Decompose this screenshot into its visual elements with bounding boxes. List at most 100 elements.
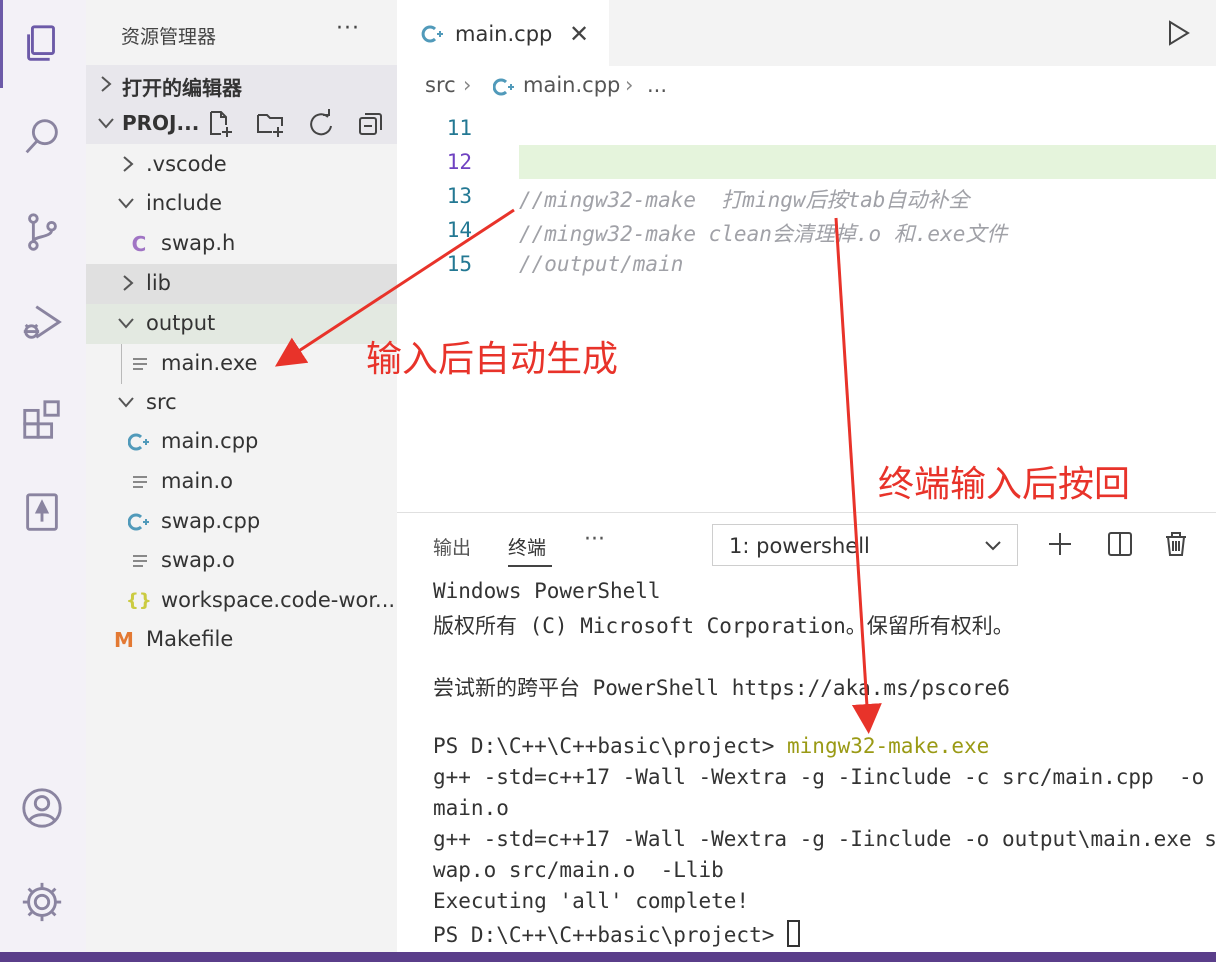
new-terminal-icon[interactable] <box>1045 529 1075 559</box>
tree-item-lib[interactable]: lib <box>86 264 397 304</box>
search-icon[interactable] <box>18 112 66 160</box>
tree-item-label: main.o <box>161 469 233 493</box>
annotation-auto-generated: 输入后自动生成 <box>366 339 619 380</box>
terminal-cursor <box>787 920 801 947</box>
close-icon[interactable]: ✕ <box>569 20 589 48</box>
c-file-icon: C <box>131 232 147 256</box>
new-file-icon[interactable] <box>206 109 236 139</box>
tab-main-cpp[interactable]: main.cpp ✕ <box>397 0 609 66</box>
annotation-enter-in-terminal: 终端输入后按回 <box>878 464 1131 505</box>
refresh-icon[interactable] <box>306 109 336 139</box>
tree-item-label: include <box>146 191 223 215</box>
active-tab-underline <box>508 565 552 567</box>
tree-item-label: swap.cpp <box>161 509 261 533</box>
terminal-line: Windows PowerShell <box>433 579 661 603</box>
tree-item-label: swap.h <box>161 231 236 255</box>
extensions-icon[interactable] <box>18 396 66 444</box>
chevron-right-icon <box>123 156 134 172</box>
run-icon[interactable] <box>1163 18 1193 48</box>
tree-item-workspace[interactable]: {} workspace.code-wor... <box>86 581 397 621</box>
editor-tab-bar: main.cpp ✕ <box>397 0 1216 66</box>
open-editors-label: 打开的编辑器 <box>122 76 242 100</box>
tree-item-main-cpp[interactable]: main.cpp <box>86 422 397 462</box>
activity-bar <box>0 0 86 952</box>
tree-item-main-exe[interactable]: main.exe <box>86 344 397 384</box>
sidebar-title: 资源管理器 <box>121 26 217 48</box>
code-line[interactable]: 11 <box>397 111 1216 145</box>
tree-item-swap-h[interactable]: C swap.h <box>86 224 397 264</box>
tree-item-swap-o[interactable]: swap.o <box>86 541 397 581</box>
collapse-all-icon[interactable] <box>356 109 386 139</box>
explorer-icon[interactable] <box>18 20 66 68</box>
tree-item-label: Makefile <box>146 627 234 651</box>
more-actions-button[interactable]: ··· <box>336 16 360 41</box>
terminal-select-value: 1: powershell <box>729 534 870 558</box>
cpp-file-icon <box>421 25 443 43</box>
line-number: 15 <box>446 252 472 276</box>
project-label: PROJ... <box>122 111 200 135</box>
file-lines-icon <box>133 476 147 488</box>
breadcrumb-ellipsis[interactable]: ... <box>647 73 667 97</box>
tree-item-vscode[interactable]: .vscode <box>86 145 397 185</box>
cpp-file-icon <box>128 433 149 451</box>
code-line[interactable]: 12 <box>397 145 1216 179</box>
tree-item-label: output <box>146 311 216 335</box>
book-icon[interactable] <box>18 488 66 536</box>
tab-terminal[interactable]: 终端 <box>508 533 546 560</box>
cpp-file-icon <box>128 513 149 531</box>
terminal-line: 尝试新的跨平台 PowerShell https://aka.ms/pscore… <box>433 676 1010 700</box>
tree-item-swap-cpp[interactable]: swap.cpp <box>86 502 397 542</box>
explorer-sidebar: 资源管理器 ··· 打开的编辑器 PROJ... .vscode include… <box>86 0 397 952</box>
terminal-prompt: PS D:\C++\C++basic\project> <box>433 734 788 758</box>
tree-item-output[interactable]: output <box>86 304 397 344</box>
sidebar-header: 资源管理器 ··· <box>86 14 397 54</box>
run-debug-icon[interactable] <box>18 298 66 346</box>
line-number: 14 <box>446 218 472 242</box>
bottom-panel: 输出 终端 ··· 1: powershell Windows PowerShe… <box>397 512 1216 952</box>
breadcrumb-folder[interactable]: src <box>425 73 456 97</box>
code-text: //mingw32-make 打mingw后按tab自动补全 <box>519 188 970 212</box>
account-icon[interactable] <box>18 784 66 832</box>
editor-area: main.cpp ✕ src › main.cpp › ... 11 12 13… <box>397 0 1216 512</box>
chevron-right-icon <box>123 275 134 291</box>
tree-item-include[interactable]: include <box>86 184 397 224</box>
file-lines-icon <box>133 358 147 370</box>
line-number: 12 <box>446 150 472 174</box>
chevron-right-icon <box>101 76 112 92</box>
tree-item-main-o[interactable]: main.o <box>86 462 397 502</box>
source-control-icon[interactable] <box>18 208 66 256</box>
tree-item-label: workspace.code-wor... <box>161 588 396 612</box>
terminal-select[interactable]: 1: powershell <box>712 524 1018 566</box>
tree-item-src[interactable]: src <box>86 383 397 423</box>
open-editors-section[interactable]: 打开的编辑器 <box>86 65 397 105</box>
chevron-right-icon: › <box>463 73 472 97</box>
tree-item-label: .vscode <box>146 152 227 176</box>
makefile-icon: M <box>114 628 134 652</box>
split-terminal-icon[interactable] <box>1105 529 1135 559</box>
settings-gear-icon[interactable] <box>18 878 66 926</box>
status-bar <box>0 952 1216 962</box>
chevron-down-icon <box>118 397 134 408</box>
chevron-right-icon: › <box>625 73 634 97</box>
breadcrumb-file[interactable]: main.cpp <box>523 73 620 97</box>
tree-item-label: main.exe <box>161 351 258 375</box>
code-line[interactable]: 15 //output/main <box>397 247 1216 281</box>
trash-icon[interactable] <box>1161 529 1191 559</box>
new-folder-icon[interactable] <box>256 109 286 139</box>
tab-output[interactable]: 输出 <box>433 533 471 560</box>
code-line[interactable]: 14 //mingw32-make clean会清理掉.o 和.exe文件 <box>397 213 1216 247</box>
terminal-prompt: PS D:\C++\C++basic\project> <box>433 923 788 947</box>
terminal-output[interactable]: Windows PowerShell 版权所有 (C) Microsoft Co… <box>433 575 1216 953</box>
terminal-line: g++ -std=c++17 -Wall -Wextra -g -Iinclud… <box>433 765 1216 789</box>
terminal-line: Executing 'all' complete! <box>433 889 750 913</box>
terminal-line: g++ -std=c++17 -Wall -Wextra -g -Iinclud… <box>433 827 1216 851</box>
more-actions-button[interactable]: ··· <box>584 527 605 552</box>
chevron-down-icon <box>98 118 114 129</box>
code-line[interactable]: 13 //mingw32-make 打mingw后按tab自动补全 <box>397 179 1216 213</box>
tree-item-label: src <box>146 390 177 414</box>
tree-item-makefile[interactable]: M Makefile <box>86 620 397 660</box>
json-file-icon: {} <box>126 590 152 611</box>
chevron-down-icon <box>985 541 1001 551</box>
terminal-line: wap.o src/main.o -Llib <box>433 858 724 882</box>
project-section[interactable]: PROJ... <box>86 104 397 144</box>
